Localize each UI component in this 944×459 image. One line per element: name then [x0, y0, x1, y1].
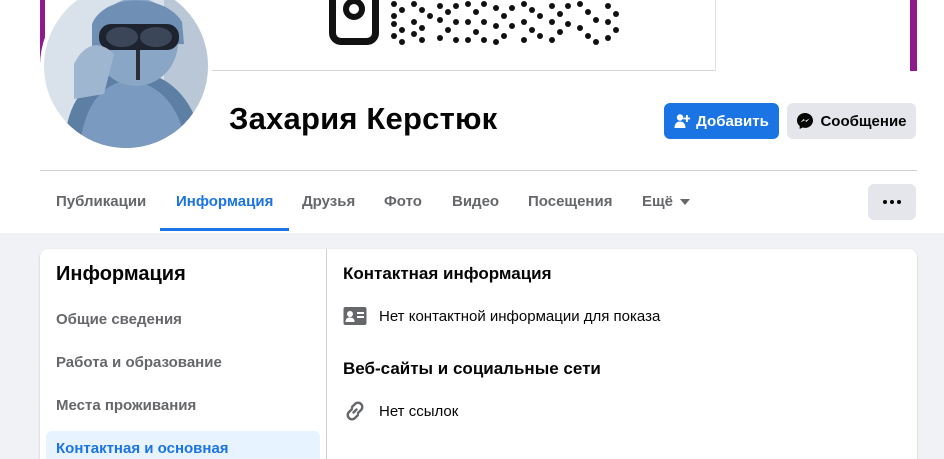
dot: [890, 200, 894, 204]
websites-title: Веб-сайты и социальные сети: [343, 359, 601, 378]
contact-info-row: Нет контактной информации для показа: [343, 304, 660, 328]
tab-more[interactable]: Ещё: [626, 171, 706, 233]
tab-label: Фото: [384, 193, 422, 210]
add-friend-label: Добавить: [696, 112, 769, 130]
sidebar-item-overview[interactable]: Общие сведения: [46, 302, 320, 338]
sidebar-item-contact-basic[interactable]: Контактная и основная: [46, 431, 320, 459]
dot: [897, 200, 901, 204]
tab-label: Публикации: [56, 193, 147, 210]
tab-label: Информация: [176, 193, 274, 210]
tab-friends[interactable]: Друзья: [286, 171, 371, 233]
profile-name: Захария Керстюк: [229, 101, 498, 136]
contact-info-title: Контактная информация: [343, 264, 552, 283]
tab-label: Ещё: [642, 193, 674, 210]
websites-empty-text: Нет ссылок: [379, 402, 459, 420]
message-label: Сообщение: [820, 112, 907, 130]
dot: [883, 200, 887, 204]
tab-videos[interactable]: Видео: [436, 171, 515, 233]
sidebar-item-work-education[interactable]: Работа и образование: [46, 345, 320, 381]
contact-card-icon: [343, 304, 367, 328]
tab-photos[interactable]: Фото: [368, 171, 438, 233]
link-icon: [343, 399, 367, 423]
tab-label: Посещения: [528, 193, 613, 210]
tab-posts[interactable]: Публикации: [40, 171, 162, 233]
messenger-icon: [797, 113, 814, 129]
caret-down-icon: [680, 199, 691, 206]
about-card-divider: [326, 249, 327, 459]
instagram-icon: [329, 0, 379, 45]
cover-frame-right: [910, 0, 917, 71]
message-button[interactable]: Сообщение: [787, 103, 916, 139]
nametag-dots-graphic: [391, 1, 619, 45]
cover-edge-vertical: [715, 0, 716, 71]
add-friend-icon: [674, 114, 691, 128]
websites-row: Нет ссылок: [343, 399, 458, 423]
about-sidebar-title: Информация: [56, 263, 186, 285]
more-options-button[interactable]: [868, 184, 916, 220]
tab-label: Видео: [452, 193, 500, 210]
sidebar-item-places-lived[interactable]: Места проживания: [46, 388, 320, 424]
tab-label: Друзья: [302, 193, 356, 210]
contact-info-empty-text: Нет контактной информации для показа: [379, 307, 661, 325]
tab-check-ins[interactable]: Посещения: [512, 171, 628, 233]
tab-about[interactable]: Информация: [160, 171, 290, 233]
add-friend-button[interactable]: Добавить: [664, 103, 779, 139]
